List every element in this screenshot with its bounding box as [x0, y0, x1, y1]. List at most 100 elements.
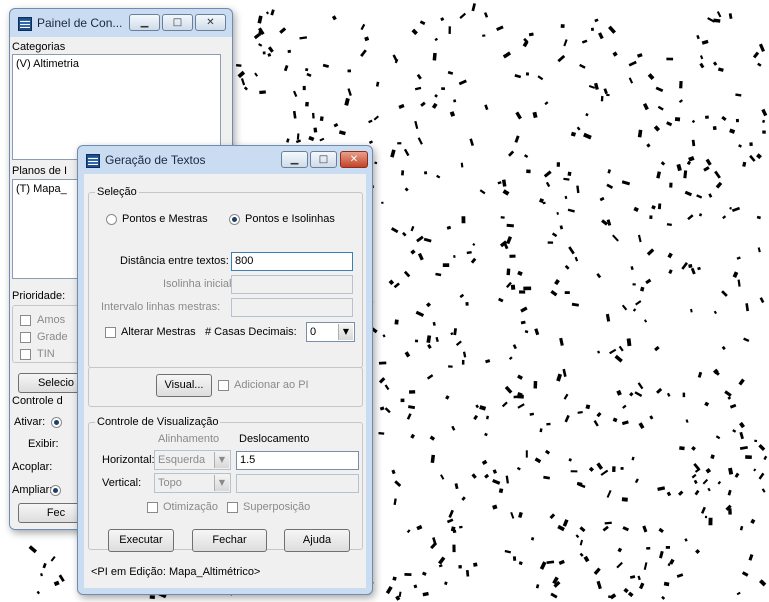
elevation-label-mark — [403, 270, 411, 278]
elevation-label-mark — [695, 549, 701, 555]
elevation-label-mark — [432, 537, 437, 546]
elevation-label-mark — [283, 65, 289, 72]
horizontal-offset-input[interactable]: 1.5 — [236, 451, 359, 470]
master-interval-input[interactable] — [231, 298, 353, 317]
elevation-label-mark — [425, 302, 432, 308]
elevation-label-mark — [530, 537, 535, 541]
elevation-label-mark — [390, 149, 396, 158]
elevation-label-mark — [657, 105, 664, 111]
elevation-label-mark — [694, 489, 700, 496]
elevation-label-mark — [699, 55, 704, 60]
elevation-label-mark — [430, 454, 436, 464]
dialog-titlebar[interactable]: Geração de Textos ▁ □ ✕ — [78, 146, 372, 174]
elevation-label-mark — [438, 564, 443, 568]
close-button[interactable]: ✕ — [195, 14, 226, 31]
elevation-label-mark — [518, 561, 523, 566]
grid-checkbox[interactable] — [20, 332, 31, 343]
horizontal-align-select[interactable]: Esquerda ▼ — [154, 450, 231, 470]
overlap-checkbox[interactable] — [227, 502, 238, 513]
elevation-label-mark — [579, 539, 584, 546]
planes-label: Planos de I — [12, 165, 68, 177]
initial-isoline-label: Isolinha inicial: — [163, 278, 235, 290]
elevation-label-mark — [270, 9, 275, 16]
initial-isoline-input[interactable] — [231, 275, 353, 294]
elevation-label-mark — [758, 43, 765, 53]
radio-points-masters[interactable] — [106, 214, 117, 225]
elevation-label-mark — [600, 95, 604, 102]
vertical-offset-input[interactable] — [236, 474, 359, 493]
elevation-label-mark — [485, 359, 491, 364]
elevation-label-mark — [398, 103, 405, 109]
list-item[interactable]: (V) Altimetria — [16, 58, 79, 70]
elevation-label-mark — [690, 267, 696, 275]
elevation-label-mark — [669, 182, 673, 188]
elevation-label-mark — [392, 576, 397, 581]
elevation-label-mark — [666, 121, 673, 127]
close-button[interactable]: ✕ — [340, 151, 368, 168]
close-dialog-button[interactable]: Fechar — [192, 529, 267, 552]
elevation-label-mark — [564, 264, 570, 270]
elevation-label-mark — [442, 263, 450, 267]
elevation-label-mark — [598, 32, 604, 40]
elevation-label-mark — [579, 526, 586, 533]
elevation-label-mark — [393, 498, 397, 506]
visual-button[interactable]: Visual... — [156, 374, 212, 397]
decimals-select[interactable]: 0 ▼ — [306, 322, 355, 342]
elevation-label-mark — [757, 247, 761, 253]
activate-radio[interactable] — [51, 417, 62, 428]
tin-checkbox[interactable] — [20, 349, 31, 360]
elevation-label-mark — [434, 37, 438, 42]
elevation-label-mark — [742, 161, 747, 167]
elevation-label-mark — [666, 57, 674, 61]
elevation-label-mark — [374, 161, 378, 165]
distance-input[interactable]: 800 — [231, 252, 353, 271]
elevation-label-mark — [368, 119, 373, 124]
elevation-label-mark — [559, 337, 564, 346]
elevation-label-mark — [407, 405, 416, 410]
elevation-label-mark — [546, 560, 555, 564]
maximize-button[interactable]: □ — [310, 151, 337, 168]
elevation-label-mark — [347, 88, 352, 96]
add-pi-checkbox[interactable] — [218, 380, 229, 391]
elevation-label-mark — [496, 25, 504, 31]
elevation-label-mark — [259, 90, 266, 95]
elevation-label-mark — [696, 34, 700, 40]
elevation-label-mark — [690, 308, 693, 313]
elevation-label-mark — [736, 256, 741, 260]
zoom-radio[interactable] — [50, 485, 61, 496]
elevation-label-mark — [382, 334, 386, 338]
elevation-label-mark — [518, 511, 523, 519]
elevation-label-mark — [459, 525, 463, 529]
radio-points-isolines[interactable] — [229, 214, 240, 225]
samples-checkbox[interactable] — [20, 315, 31, 326]
elevation-label-mark — [676, 163, 682, 172]
list-item[interactable]: (T) Mapa_ — [16, 183, 67, 195]
alter-masters-checkbox[interactable] — [105, 327, 116, 338]
elevation-label-mark — [237, 70, 246, 79]
execute-button[interactable]: Executar — [108, 529, 174, 552]
minimize-button[interactable]: ▁ — [129, 14, 160, 31]
help-button[interactable]: Ajuda — [284, 529, 350, 552]
elevation-label-mark — [762, 130, 766, 134]
elevation-label-mark — [739, 445, 748, 450]
control-panel-titlebar[interactable]: Painel de Con... ▁ □ ✕ — [10, 9, 232, 37]
minimize-button[interactable]: ▁ — [281, 151, 308, 168]
elevation-label-mark — [629, 392, 634, 397]
elevation-label-mark — [506, 281, 512, 289]
elevation-label-mark — [424, 171, 428, 175]
couple-label: Acoplar: — [12, 461, 53, 473]
elevation-label-mark — [375, 81, 380, 87]
maximize-button[interactable]: □ — [162, 14, 193, 31]
vertical-align-select[interactable]: Topo ▼ — [154, 473, 231, 493]
master-interval-label: Intervalo linhas mestras: — [101, 301, 221, 313]
elevation-label-mark — [379, 406, 385, 411]
elevation-label-mark — [577, 410, 583, 414]
elevation-label-mark — [691, 473, 697, 479]
optimization-checkbox[interactable] — [147, 502, 158, 513]
elevation-label-mark — [649, 415, 654, 420]
elevation-label-mark — [602, 525, 609, 532]
elevation-label-mark — [732, 271, 739, 278]
elevation-label-mark — [622, 404, 627, 409]
elevation-label-mark — [605, 313, 611, 322]
elevation-label-mark — [756, 215, 761, 220]
